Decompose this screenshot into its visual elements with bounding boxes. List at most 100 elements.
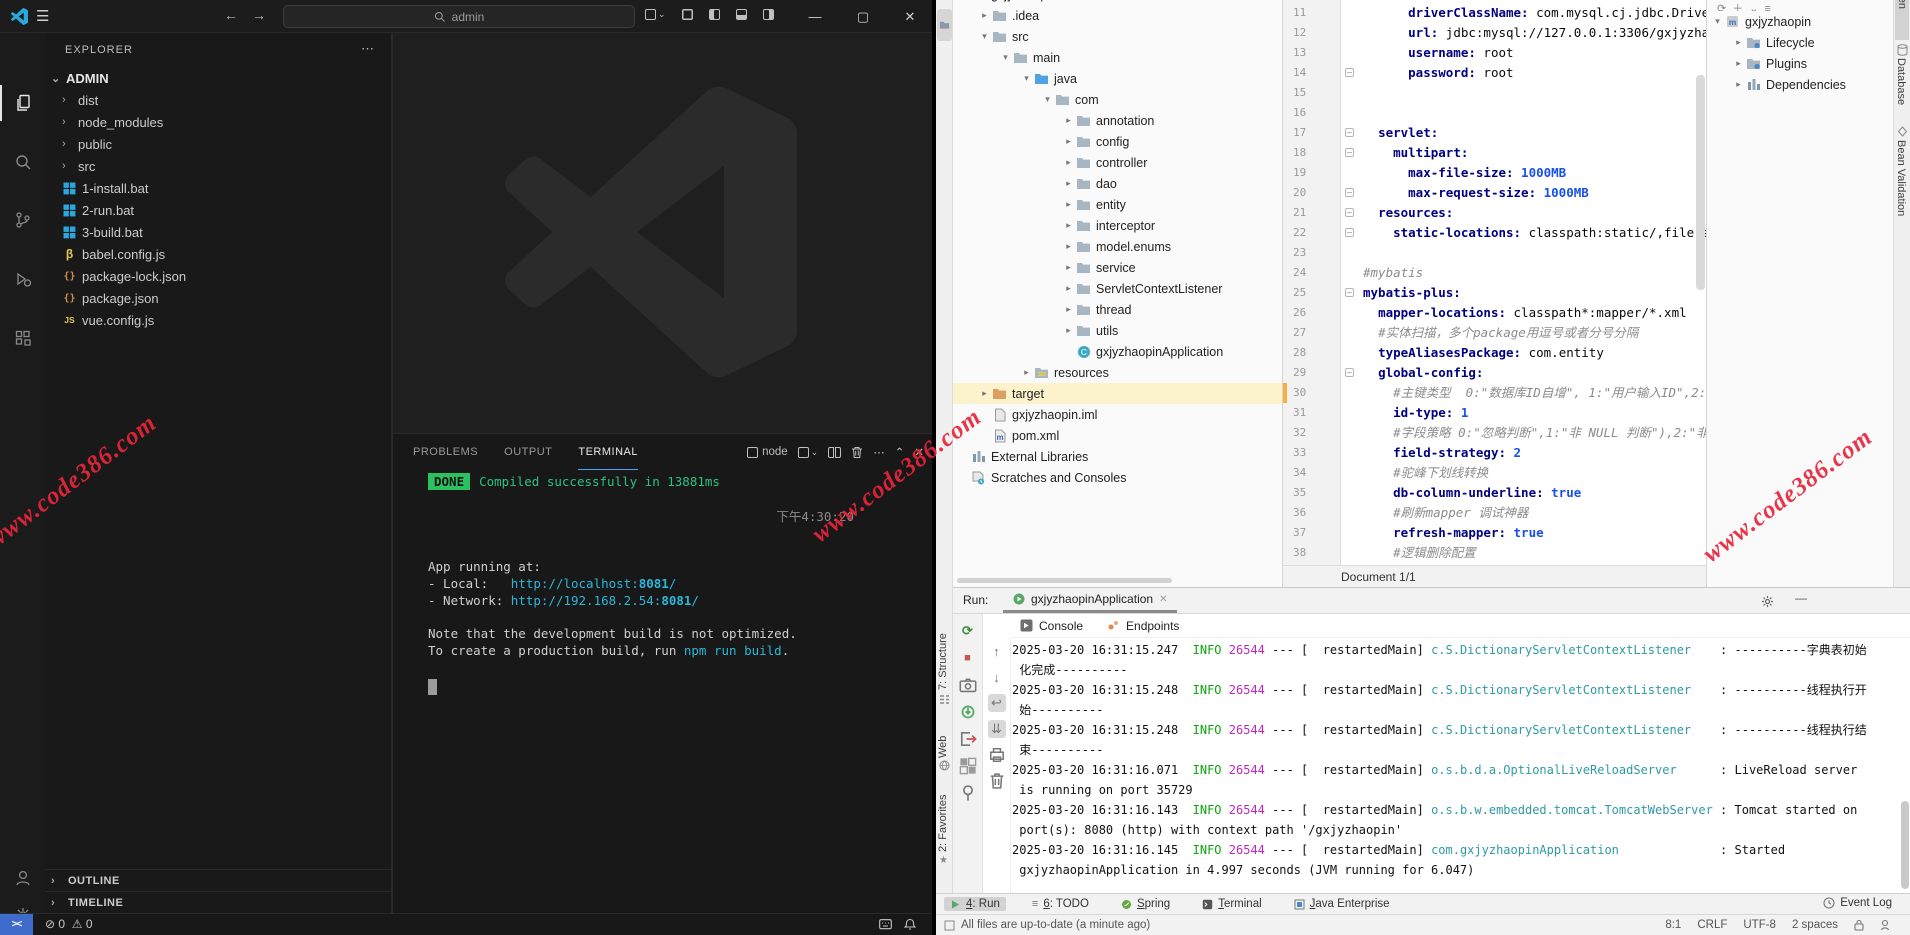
explorer-item[interactable]: ›src xyxy=(45,155,391,177)
code-line[interactable]: 33 field-strategy: 2 xyxy=(1283,443,1706,463)
hide-panel-icon[interactable]: — xyxy=(1795,591,1807,605)
sidebar-section-outline[interactable]: ›OUTLINE xyxy=(45,869,391,891)
tree-item[interactable]: ▸utils xyxy=(953,320,1282,341)
code-line[interactable]: 23 xyxy=(1283,243,1706,263)
code-line[interactable]: 22– static-locations: classpath:static/,… xyxy=(1283,223,1706,243)
chevron-right-icon[interactable]: ▸ xyxy=(1062,283,1075,294)
encoding[interactable]: UTF-8 xyxy=(1743,919,1776,931)
code-line[interactable]: 38 #逻辑删除配置 xyxy=(1283,543,1706,563)
code-line[interactable]: 13 username: root xyxy=(1283,43,1706,63)
tree-item[interactable]: ▸ServletContextListener xyxy=(953,278,1282,299)
toggle-secondary-sidebar-icon[interactable] xyxy=(763,9,774,20)
chevron-right-icon[interactable]: ▸ xyxy=(978,388,991,399)
tree-item[interactable]: ▾main xyxy=(953,47,1282,68)
chevron-right-icon[interactable]: ▸ xyxy=(1062,325,1075,336)
fold-icon[interactable]: – xyxy=(1345,188,1354,197)
code-line[interactable]: 28 typeAliasesPackage: com.entity xyxy=(1283,343,1706,363)
search-sidebar-icon[interactable] xyxy=(0,145,45,181)
chevron-right-icon[interactable]: ▸ xyxy=(1062,241,1075,252)
lock-icon[interactable] xyxy=(1854,919,1864,931)
tree-item[interactable]: ▾java xyxy=(953,68,1282,89)
code-line[interactable]: 26 mapper-locations: classpath*:mapper/*… xyxy=(1283,303,1706,323)
explorer-item[interactable]: ›public xyxy=(45,133,391,155)
yaml-editor[interactable]: 11 driverClassName: com.mysql.cj.jdbc.Dr… xyxy=(1283,0,1706,565)
customize-layout-icon[interactable]: ⌄ xyxy=(645,9,666,20)
tree-item[interactable]: ▸target xyxy=(953,383,1282,404)
tree-item[interactable]: ▸annotation xyxy=(953,110,1282,131)
code-line[interactable]: 17– servlet: xyxy=(1283,123,1706,143)
hector-inspection-icon[interactable] xyxy=(1880,919,1890,931)
chevron-right-icon[interactable]: ▸ xyxy=(1062,220,1075,231)
close-button[interactable]: ✕ xyxy=(890,0,930,33)
tree-item[interactable]: Scratches and Consoles xyxy=(953,467,1282,488)
tree-item[interactable]: ▸entity xyxy=(953,194,1282,215)
chevron-right-icon[interactable]: ▸ xyxy=(1062,178,1075,189)
toolwindow-button-spring[interactable]: Spring xyxy=(1115,897,1176,911)
code-line[interactable]: 19 max-file-size: 1000MB xyxy=(1283,163,1706,183)
split-terminal-icon[interactable] xyxy=(828,447,841,458)
chevron-right-icon[interactable]: ▸ xyxy=(1062,115,1075,126)
minimize-button[interactable]: — xyxy=(795,0,835,33)
extensions-icon[interactable] xyxy=(0,320,45,356)
stop-icon[interactable]: ■ xyxy=(959,649,977,667)
explorer-item[interactable]: 1-install.bat xyxy=(45,177,391,199)
toolwindow-tab-structure[interactable]: 7: Structure xyxy=(937,598,949,690)
panel-more-actions-icon[interactable]: ⋯ xyxy=(873,445,885,459)
update-app-icon[interactable] xyxy=(959,703,977,721)
tree-horizontal-scrollbar[interactable] xyxy=(957,578,1172,583)
split-editor-icon[interactable] xyxy=(682,9,693,20)
tree-item[interactable]: ▸resources xyxy=(953,362,1282,383)
panel-tab-problems[interactable]: PROBLEMS xyxy=(413,434,478,470)
editor-scrollbar[interactable] xyxy=(1696,75,1705,290)
close-tab-icon[interactable]: ✕ xyxy=(1159,594,1167,605)
toolwindow-button-todo[interactable]: ≡6: TODO xyxy=(1026,897,1095,911)
toolwindow-tab-web[interactable]: Web xyxy=(937,722,949,758)
explorer-item[interactable]: 3-build.bat xyxy=(45,221,391,243)
print-icon[interactable] xyxy=(988,746,1006,764)
scroll-down-icon[interactable]: ↓ xyxy=(988,668,1006,686)
clear-trash-icon[interactable] xyxy=(988,772,1006,790)
console-scrollbar[interactable] xyxy=(1901,801,1909,889)
tree-item[interactable]: mpom.xml xyxy=(953,425,1282,446)
code-line[interactable]: 21– resources: xyxy=(1283,203,1706,223)
code-line[interactable]: 29– global-config: xyxy=(1283,363,1706,383)
fold-icon[interactable]: – xyxy=(1345,68,1354,77)
kill-terminal-icon[interactable] xyxy=(851,446,863,459)
tree-item[interactable]: ▸thread xyxy=(953,299,1282,320)
code-line[interactable]: 20– max-request-size: 1000MB xyxy=(1283,183,1706,203)
tree-item[interactable]: ▸service xyxy=(953,257,1282,278)
fold-icon[interactable]: – xyxy=(1345,208,1354,217)
pin-icon[interactable] xyxy=(959,784,977,802)
explorer-item[interactable]: {}package.json xyxy=(45,287,391,309)
maven-item[interactable]: ▸Plugins xyxy=(1707,53,1893,74)
soft-wrap-icon[interactable]: ↩ xyxy=(988,694,1006,712)
panel-maximize-icon[interactable]: ⌃ xyxy=(895,445,905,459)
code-line[interactable]: 30 #主键类型 0:"数据库ID自增", 1:"用户输入ID",2:"全 xyxy=(1283,383,1706,403)
tree-item[interactable]: ▸model.enums xyxy=(953,236,1282,257)
chevron-right-icon[interactable]: ▸ xyxy=(1062,157,1075,168)
launch-profile-icon[interactable]: ⌄ xyxy=(798,447,819,458)
chevron-right-icon[interactable]: ▸ xyxy=(1062,199,1075,210)
toolwindow-tab-database[interactable]: Database xyxy=(1895,58,1907,105)
indent-setting[interactable]: 2 spaces xyxy=(1792,919,1838,931)
panel-more-icon[interactable]: ⋯ xyxy=(611,444,623,458)
chevron-down-icon[interactable]: ▾ xyxy=(978,31,991,42)
run-configuration-tab[interactable]: gxjyzhaopinApplication ✕ xyxy=(1003,588,1177,613)
explorer-item[interactable]: {}package-lock.json xyxy=(45,265,391,287)
remote-indicator[interactable]: >< xyxy=(0,914,33,935)
tree-item[interactable]: ▸interceptor xyxy=(953,215,1282,236)
source-control-icon[interactable] xyxy=(0,202,45,238)
fold-icon[interactable]: – xyxy=(1345,368,1354,377)
chevron-right-icon[interactable]: ▸ xyxy=(978,10,991,21)
panel-tab-output[interactable]: OUTPUT xyxy=(504,434,552,470)
run-debug-icon[interactable] xyxy=(0,261,45,297)
code-line[interactable]: 27 #实体扫描，多个package用逗号或者分号分隔 xyxy=(1283,323,1706,343)
layout-icon[interactable] xyxy=(959,757,977,775)
tree-item[interactable]: ▸config xyxy=(953,131,1282,152)
code-line[interactable]: 25–mybatis-plus: xyxy=(1283,283,1706,303)
toolwindow-tab-maven[interactable]: Maven xyxy=(1895,0,1909,40)
notifications-bell-icon[interactable] xyxy=(904,918,916,931)
fold-icon[interactable]: – xyxy=(1345,228,1354,237)
chevron-right-icon[interactable]: ▸ xyxy=(1062,304,1075,315)
toolwindow-button-terminal[interactable]: Terminal xyxy=(1196,897,1267,911)
